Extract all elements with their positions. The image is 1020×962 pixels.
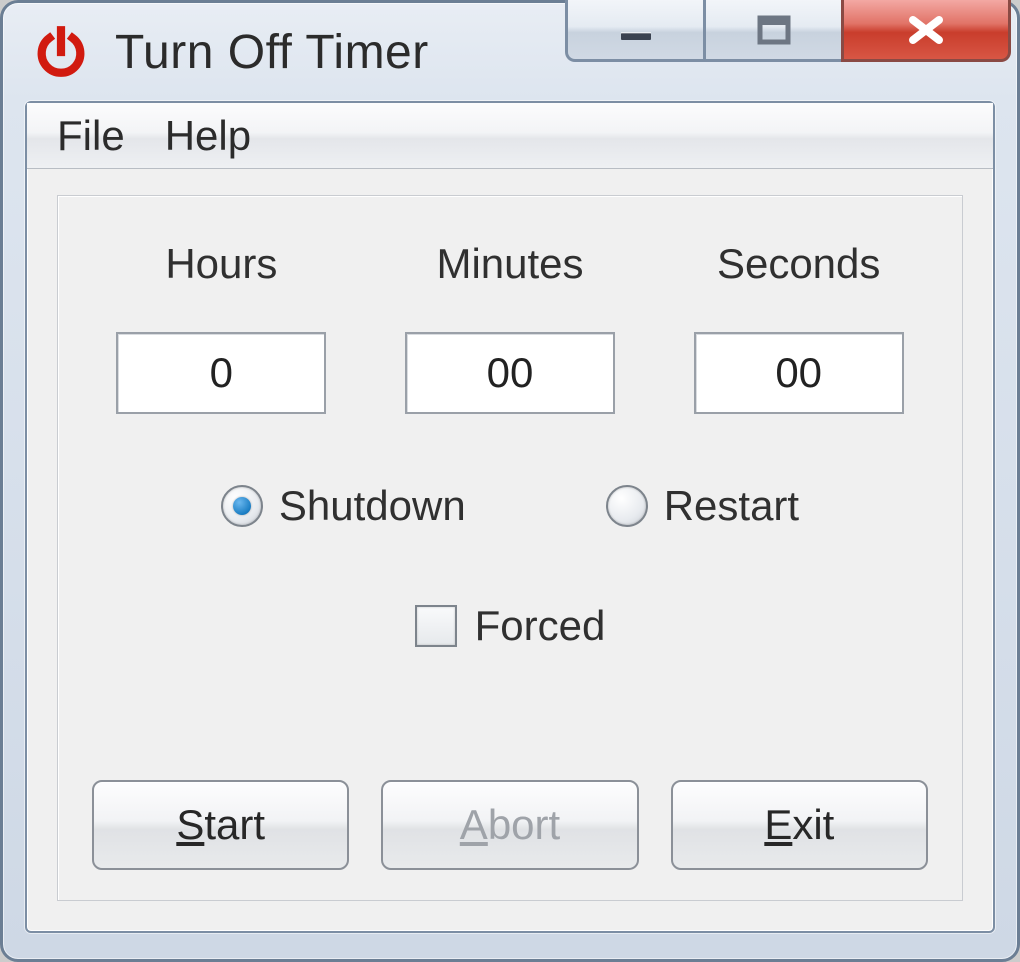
start-button[interactable]: Start — [92, 780, 349, 870]
abort-rest: bort — [488, 801, 560, 848]
time-row: Hours Minutes Seconds — [92, 240, 928, 414]
radio-row: Shutdown Restart — [92, 482, 928, 530]
maximize-icon — [753, 13, 795, 47]
hours-input[interactable] — [116, 332, 326, 414]
forced-checkbox[interactable] — [415, 605, 457, 647]
exit-button[interactable]: Exit — [671, 780, 928, 870]
minutes-label: Minutes — [436, 240, 583, 288]
seconds-label: Seconds — [717, 240, 880, 288]
radio-restart[interactable]: Restart — [606, 482, 799, 530]
app-window: Turn Off Timer File — [0, 0, 1020, 962]
abort-accel: A — [460, 801, 488, 848]
seconds-column: Seconds — [669, 240, 928, 414]
minutes-column: Minutes — [381, 240, 640, 414]
start-accel: S — [176, 801, 204, 848]
hours-column: Hours — [92, 240, 351, 414]
window-controls — [565, 0, 1011, 62]
seconds-input[interactable] — [694, 332, 904, 414]
radio-shutdown[interactable]: Shutdown — [221, 482, 466, 530]
menu-file[interactable]: File — [41, 108, 141, 164]
window-title: Turn Off Timer — [115, 25, 429, 80]
abort-button[interactable]: Abort — [381, 780, 638, 870]
power-icon — [31, 22, 91, 82]
radio-icon — [606, 485, 648, 527]
radio-icon — [221, 485, 263, 527]
start-rest: tart — [204, 801, 265, 848]
exit-rest: xit — [792, 801, 834, 848]
maximize-button[interactable] — [703, 0, 841, 62]
titlebar[interactable]: Turn Off Timer — [3, 3, 1017, 101]
radio-restart-label: Restart — [664, 482, 799, 530]
close-icon — [903, 10, 949, 50]
menu-help[interactable]: Help — [149, 108, 267, 164]
client-area: File Help Hours Minutes Seconds — [25, 101, 995, 933]
checkbox-row: Forced — [92, 602, 928, 650]
minimize-button[interactable] — [565, 0, 703, 62]
close-button[interactable] — [841, 0, 1011, 62]
button-row: Start Abort Exit — [92, 710, 928, 870]
minimize-icon — [615, 15, 657, 45]
menubar: File Help — [27, 103, 993, 169]
exit-accel: E — [764, 801, 792, 848]
content-panel: Hours Minutes Seconds Shutdown — [57, 195, 963, 901]
radio-shutdown-label: Shutdown — [279, 482, 466, 530]
minutes-input[interactable] — [405, 332, 615, 414]
hours-label: Hours — [165, 240, 277, 288]
forced-label: Forced — [475, 602, 606, 650]
